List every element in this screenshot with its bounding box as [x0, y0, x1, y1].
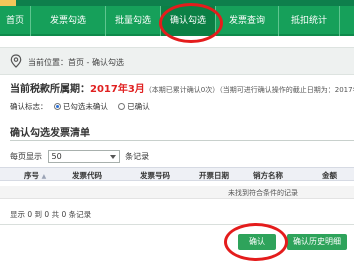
nav-divider — [339, 6, 340, 36]
pagination-info: 显示 0 到 0 共 0 条记录 — [10, 210, 92, 219]
empty-row: 未找到符合条件的记录 — [0, 186, 354, 199]
divider — [0, 224, 354, 225]
highlight-circle-tab — [159, 3, 223, 43]
radio-unconfirmed[interactable] — [53, 103, 61, 110]
period-value: 2017年3月 — [90, 84, 145, 95]
tab-home[interactable]: 首页 — [0, 6, 30, 36]
table-header: 序号 ▲ 发票代码 发票号码 开票日期 销方名称 金额 — [0, 167, 354, 181]
divider — [10, 140, 354, 141]
col-invoice-date[interactable]: 开票日期 — [199, 170, 229, 181]
breadcrumb-text: 当前位置：首页 - 确认勾选 — [28, 58, 124, 67]
tab-deduction-stats[interactable]: 抵扣统计 — [279, 6, 339, 36]
tab-invoice-select[interactable]: 发票勾选 — [31, 6, 105, 36]
page-size-select[interactable]: 50 — [47, 150, 120, 163]
col-index[interactable]: 序号 ▲ — [24, 170, 46, 181]
tax-period: 当前税款所属期：2017年3月（本期已累计确认0次）（当期可进行确认操作的截止日… — [10, 80, 354, 95]
confirm-flag-row: 确认标志： 已勾选未确认 已确认 — [10, 101, 150, 112]
col-amount[interactable]: 金额 — [322, 170, 337, 181]
col-seller-name[interactable]: 销方名称 — [253, 170, 283, 181]
confirm-flag-label: 确认标志： — [10, 102, 48, 111]
page-size-value: 50 — [51, 152, 62, 161]
list-title: 确认勾选发票清单 — [10, 128, 90, 139]
radio-unconfirmed-label[interactable]: 已勾选未确认 — [63, 102, 108, 111]
period-note: （本期已累计确认0次）（当期可进行确认操作的截止日期为：2017年 — [144, 86, 354, 94]
col-invoice-number[interactable]: 发票号码 — [140, 170, 170, 181]
chevron-down-icon — [109, 155, 116, 159]
tab-batch-select[interactable]: 批量勾选 — [106, 6, 160, 36]
page-size-row: 每页显示 50 条记录 — [10, 150, 149, 163]
radio-confirmed[interactable] — [118, 103, 126, 110]
history-button[interactable]: 确认历史明细 — [287, 234, 347, 250]
sort-icon: ▲ — [41, 173, 47, 180]
col-invoice-code[interactable]: 发票代码 — [72, 170, 102, 181]
period-label: 当前税款所属期： — [10, 84, 90, 95]
empty-text: 未找到符合条件的记录 — [228, 189, 298, 197]
page-size-label: 每页显示 — [10, 152, 42, 161]
radio-confirmed-label[interactable]: 已确认 — [127, 102, 150, 111]
breadcrumb: 当前位置：首页 - 确认勾选 — [0, 47, 354, 75]
page-size-unit: 条记录 — [125, 152, 150, 161]
location-pin-icon — [10, 54, 22, 68]
tab-invoice-query[interactable]: 发票查询 — [216, 6, 278, 36]
highlight-circle-confirm — [224, 223, 288, 261]
